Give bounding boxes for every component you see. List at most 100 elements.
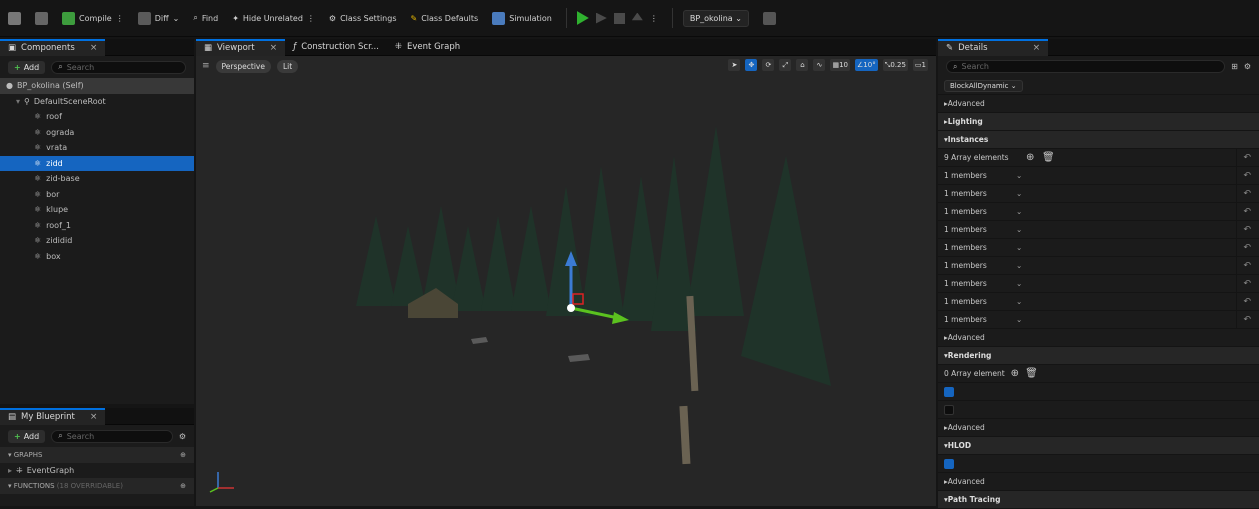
reset-icon[interactable]: ↶ bbox=[1243, 207, 1251, 217]
tab-event-graph[interactable]: ⁜ Event Graph bbox=[387, 39, 468, 56]
save-button[interactable] bbox=[8, 11, 21, 25]
gear-icon[interactable]: ⚙ bbox=[1244, 62, 1251, 71]
component-item[interactable]: ⚛ roof_1 bbox=[0, 218, 194, 234]
checkbox-row bbox=[938, 401, 1259, 419]
debug-object-dropdown[interactable]: BP_okolina ⌄ bbox=[682, 9, 749, 27]
chevron-down-icon[interactable]: ⌄ bbox=[1016, 243, 1022, 252]
instance-member-row[interactable]: 1 members ⌄ ↶ bbox=[938, 221, 1259, 239]
component-item[interactable]: ⚛ ograda bbox=[0, 125, 194, 141]
add-circle-icon[interactable]: ⊕ bbox=[180, 482, 186, 490]
component-item[interactable]: ⚛ box bbox=[0, 249, 194, 265]
component-item[interactable]: ⚛ roof bbox=[0, 109, 194, 125]
instance-member-row[interactable]: 1 members ⌄ ↶ bbox=[938, 311, 1259, 329]
trash-icon[interactable]: 🗑 bbox=[1025, 368, 1038, 379]
compile-options-icon[interactable]: ⋮ bbox=[116, 14, 124, 23]
blueprint-search-input[interactable]: ⌕ Search bbox=[51, 429, 173, 443]
component-item[interactable]: ⚛ bor bbox=[0, 187, 194, 203]
reset-icon[interactable]: ↶ bbox=[1243, 153, 1251, 163]
instance-member-row[interactable]: 1 members ⌄ ↶ bbox=[938, 239, 1259, 257]
advanced-row[interactable]: ▸ Advanced bbox=[938, 95, 1259, 113]
debug-filter-button[interactable] bbox=[762, 11, 776, 25]
add-circle-icon[interactable]: ⊕ bbox=[180, 451, 186, 459]
reset-icon[interactable]: ↶ bbox=[1243, 225, 1251, 235]
table-view-icon[interactable]: ⊞ bbox=[1231, 62, 1238, 71]
components-search-input[interactable]: ⌕ Search bbox=[51, 60, 186, 74]
reset-icon[interactable]: ↶ bbox=[1243, 315, 1251, 325]
simulation-button[interactable]: Simulation bbox=[492, 11, 552, 25]
trash-icon[interactable]: 🗑 bbox=[1042, 152, 1055, 163]
stop-icon[interactable] bbox=[613, 12, 625, 24]
tab-viewport[interactable]: ▦ Viewport × bbox=[196, 38, 286, 56]
functions-section[interactable]: ▾ FUNCTIONS (18 OVERRIDABLE) ⊕ bbox=[0, 478, 194, 494]
self-row[interactable]: ● BP_okolina (Self) bbox=[0, 78, 194, 94]
details-search-input[interactable]: ⌕ Search bbox=[946, 60, 1226, 73]
tab-details[interactable]: ✎ Details × bbox=[938, 38, 1049, 56]
reset-icon[interactable]: ↶ bbox=[1243, 297, 1251, 307]
chevron-down-icon[interactable]: ⌄ bbox=[1016, 261, 1022, 270]
browse-button[interactable] bbox=[35, 11, 48, 25]
play-options-icon[interactable]: ⋮ bbox=[650, 14, 658, 23]
class-settings-button[interactable]: ⚙ Class Settings bbox=[329, 14, 397, 23]
tab-components[interactable]: ▣ Components × bbox=[0, 38, 106, 56]
play-icon[interactable] bbox=[576, 11, 589, 25]
reset-icon[interactable]: ↶ bbox=[1243, 171, 1251, 181]
hide-unrelated-button[interactable]: ✦ Hide Unrelated ⋮ bbox=[232, 14, 315, 23]
tab-my-blueprint[interactable]: ▤ My Blueprint × bbox=[0, 407, 106, 425]
component-item[interactable]: ⚛ zididid bbox=[0, 233, 194, 249]
eject-icon[interactable] bbox=[631, 12, 643, 21]
add-blueprint-button[interactable]: + Add bbox=[8, 429, 46, 443]
checkbox-unchecked[interactable] bbox=[944, 404, 954, 415]
instance-member-row[interactable]: 1 members ⌄ ↶ bbox=[938, 275, 1259, 293]
find-button[interactable]: ⌕ Find bbox=[193, 13, 218, 23]
component-item[interactable]: ⚛ zidd bbox=[0, 155, 194, 171]
graphs-section[interactable]: ▾ GRAPHS ⊕ bbox=[0, 447, 194, 463]
add-component-button[interactable]: + Add bbox=[8, 60, 46, 74]
chevron-down-icon[interactable]: ⌄ bbox=[1016, 171, 1022, 180]
instance-member-row[interactable]: 1 members ⌄ ↶ bbox=[938, 257, 1259, 275]
tab-construction-script[interactable]: ƒ Construction Scr... bbox=[285, 39, 387, 56]
reset-icon[interactable]: ↶ bbox=[1243, 243, 1251, 253]
chevron-down-icon[interactable]: ⌄ bbox=[1016, 315, 1022, 324]
diff-button[interactable]: Diff ⌄ bbox=[137, 11, 179, 25]
viewport[interactable]: ≡ Perspective Lit ➤ ✥ ⟳ ⤢ ⌂ ∿ ▦ 10 ∠ 10°… bbox=[196, 56, 936, 506]
add-circle-icon[interactable]: ⊕ bbox=[1026, 152, 1034, 163]
chevron-down-icon[interactable]: ⌄ bbox=[1016, 189, 1022, 198]
gear-icon[interactable]: ⚙ bbox=[179, 432, 186, 441]
collision-preset-dropdown[interactable]: BlockAllDynamic ⌄ bbox=[944, 79, 1023, 92]
instance-member-row[interactable]: 1 members ⌄ ↶ bbox=[938, 293, 1259, 311]
advanced-row[interactable]: ▸ Advanced bbox=[938, 419, 1259, 437]
component-item[interactable]: ⚛ klupe bbox=[0, 202, 194, 218]
event-graph-item[interactable]: ▸ ⁜ EventGraph bbox=[0, 463, 194, 479]
instances-category[interactable]: ▾ Instances bbox=[938, 131, 1259, 149]
chevron-down-icon[interactable]: ⌄ bbox=[1016, 279, 1022, 288]
instance-member-row[interactable]: 1 members ⌄ ↶ bbox=[938, 167, 1259, 185]
path-tracing-category[interactable]: ▾ Path Tracing bbox=[938, 491, 1259, 509]
rendering-category[interactable]: ▾ Rendering bbox=[938, 347, 1259, 365]
component-item[interactable]: ⚛ zid-base bbox=[0, 171, 194, 187]
close-icon[interactable]: × bbox=[90, 412, 98, 422]
advanced-row[interactable]: ▸ Advanced bbox=[938, 473, 1259, 491]
add-circle-icon[interactable]: ⊕ bbox=[1011, 368, 1019, 379]
class-defaults-button[interactable]: ✎ Class Defaults bbox=[411, 14, 479, 23]
close-icon[interactable]: × bbox=[90, 43, 98, 53]
reset-icon[interactable]: ↶ bbox=[1243, 261, 1251, 271]
checkbox-checked[interactable] bbox=[944, 386, 954, 397]
chevron-down-icon[interactable]: ⌄ bbox=[1016, 297, 1022, 306]
compile-button[interactable]: Compile ⋮ bbox=[62, 11, 124, 25]
checkbox-checked[interactable] bbox=[944, 458, 954, 469]
step-icon[interactable] bbox=[595, 12, 607, 24]
close-icon[interactable]: × bbox=[1033, 43, 1041, 53]
lighting-category[interactable]: ▸ Lighting bbox=[938, 113, 1259, 131]
component-item[interactable]: ⚛ vrata bbox=[0, 140, 194, 156]
advanced-row[interactable]: ▸ Advanced bbox=[938, 329, 1259, 347]
instance-member-row[interactable]: 1 members ⌄ ↶ bbox=[938, 203, 1259, 221]
hlod-category[interactable]: ▾ HLOD bbox=[938, 437, 1259, 455]
close-icon[interactable]: × bbox=[270, 43, 278, 53]
more-options-icon[interactable]: ⋮ bbox=[307, 14, 315, 23]
root-row[interactable]: ▾ ⚲ DefaultSceneRoot bbox=[0, 94, 194, 110]
instance-member-row[interactable]: 1 members ⌄ ↶ bbox=[938, 185, 1259, 203]
reset-icon[interactable]: ↶ bbox=[1243, 189, 1251, 199]
reset-icon[interactable]: ↶ bbox=[1243, 279, 1251, 289]
chevron-down-icon[interactable]: ⌄ bbox=[1016, 225, 1022, 234]
chevron-down-icon[interactable]: ⌄ bbox=[1016, 207, 1022, 216]
